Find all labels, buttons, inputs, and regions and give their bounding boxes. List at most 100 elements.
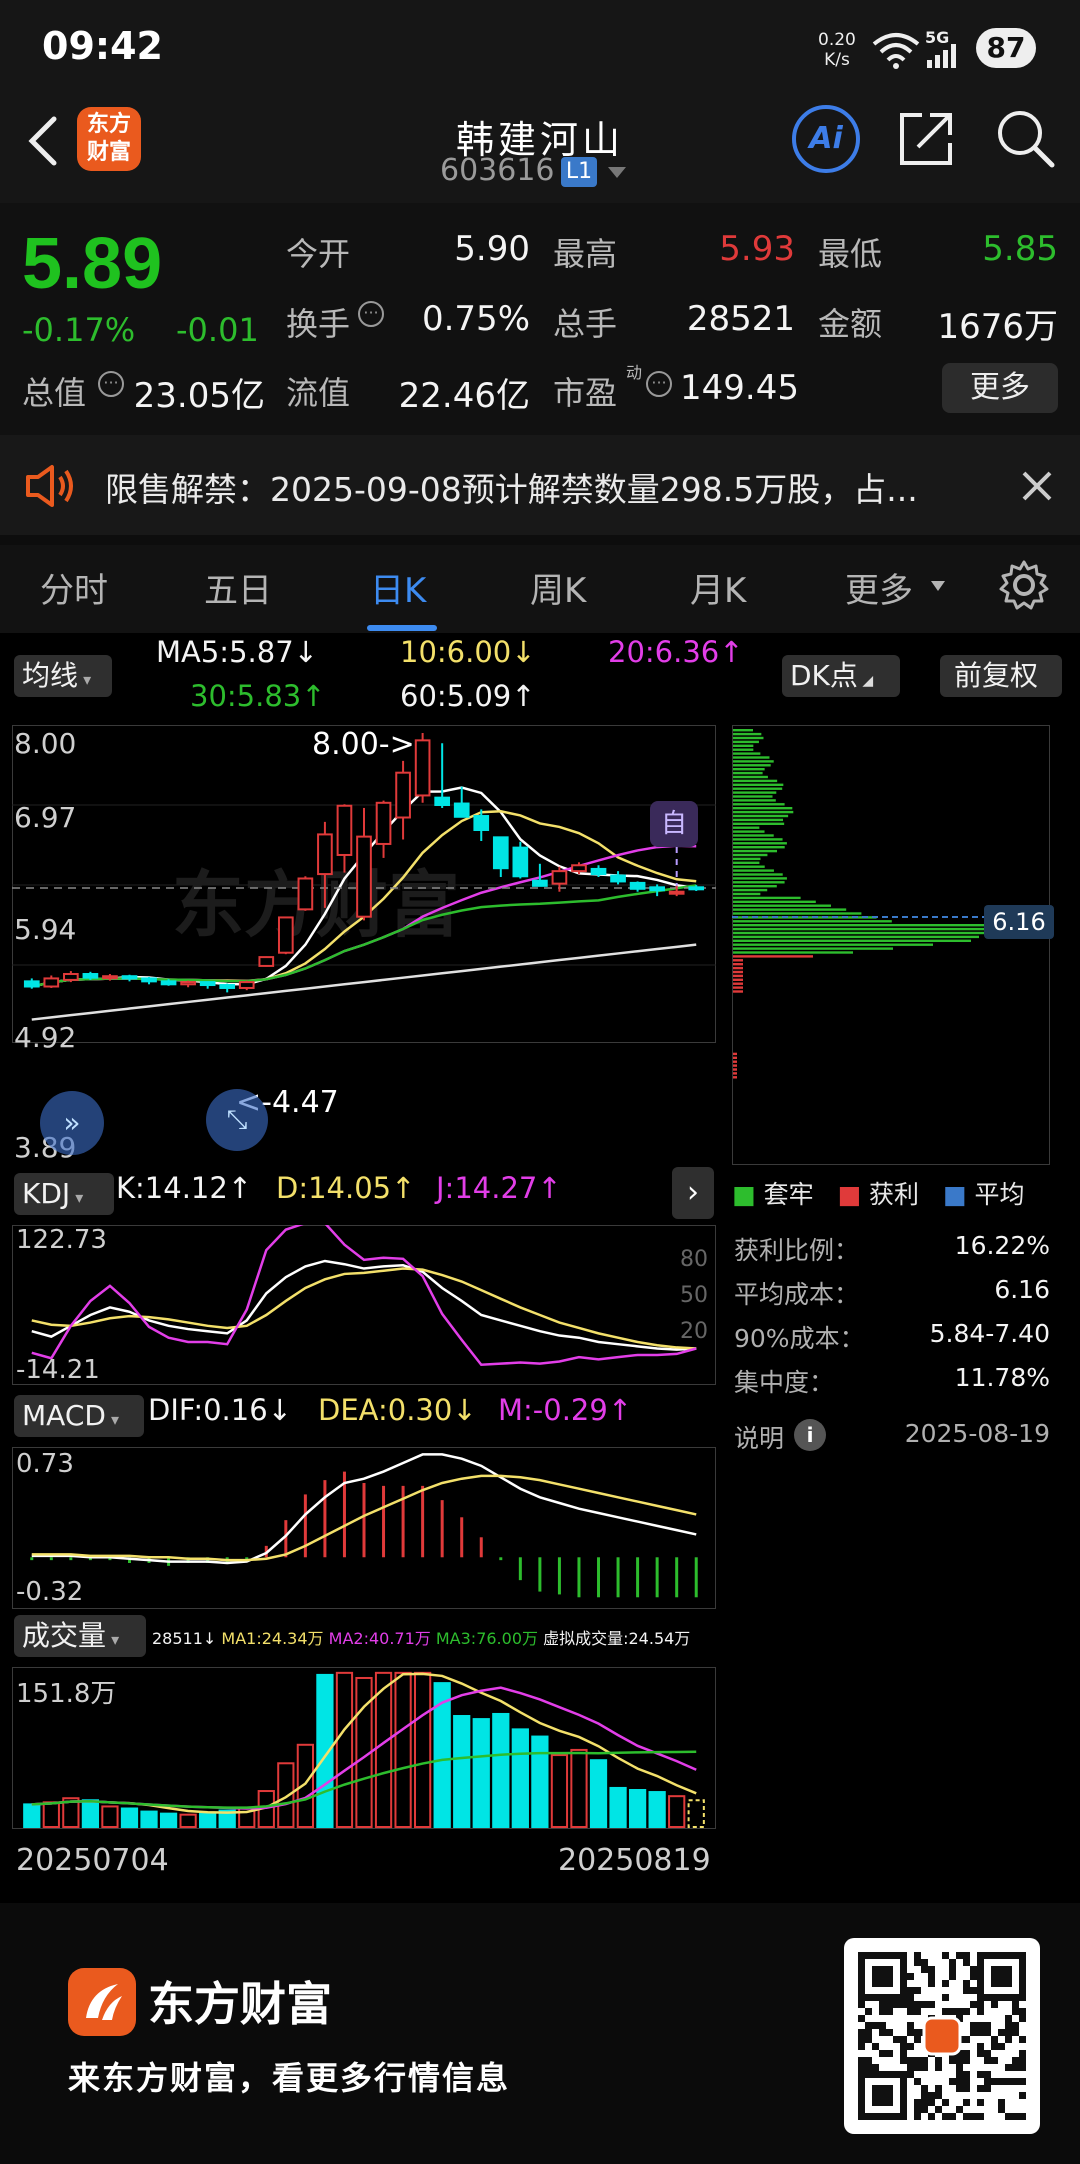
qr-module xyxy=(1012,2113,1019,2120)
gear-icon[interactable] xyxy=(998,559,1050,611)
amount-value: 1676万 xyxy=(937,307,1058,347)
scroll-left-button[interactable]: » xyxy=(40,1091,104,1155)
qr-module xyxy=(858,2043,865,2050)
candle-body xyxy=(317,833,333,876)
kdj-y-bottom: -14.21 xyxy=(16,1355,100,1385)
qr-module xyxy=(914,2078,921,2085)
kdj-j-value: J:14.27↑ xyxy=(436,1171,562,1205)
qr-module xyxy=(984,2085,991,2092)
volume-bar xyxy=(42,1801,60,1828)
notice-banner[interactable]: 限售解禁：2025-09-08预计解禁数量298.5万股，占... xyxy=(0,435,1080,535)
macd-chart[interactable] xyxy=(12,1447,716,1609)
qr-module xyxy=(914,2008,921,2015)
qr-module xyxy=(879,2001,886,2008)
kdj-chart[interactable] xyxy=(12,1225,716,1385)
qr-module xyxy=(1019,2057,1026,2064)
tab-five-day[interactable]: 五日 xyxy=(204,563,272,612)
close-icon[interactable] xyxy=(1020,469,1054,503)
self-marker[interactable]: 自 xyxy=(650,801,698,847)
share-icon[interactable] xyxy=(896,109,956,169)
volume-bar xyxy=(628,1789,647,1828)
info-icon[interactable]: ··· xyxy=(98,371,124,397)
qr-module xyxy=(886,2050,893,2057)
more-quote-button[interactable]: 更多 xyxy=(942,363,1058,413)
chip-bar xyxy=(733,974,743,978)
volume-bar xyxy=(687,1799,705,1829)
qr-module xyxy=(998,2099,1005,2106)
low-value: 5.85 xyxy=(982,229,1058,269)
chip-bar xyxy=(733,744,754,747)
volume-bar xyxy=(648,1791,666,1828)
tab-more[interactable]: 更多 xyxy=(845,563,913,612)
tab-intraday[interactable]: 分时 xyxy=(40,563,108,612)
chip-bar xyxy=(733,756,770,759)
chip-bar xyxy=(733,818,784,822)
chip-bar xyxy=(733,732,762,736)
ai-assistant-button[interactable]: Ai xyxy=(792,105,860,173)
candle-body xyxy=(297,877,314,911)
qr-module xyxy=(935,2106,942,2113)
chip-bar xyxy=(733,807,793,810)
info-icon[interactable]: ··· xyxy=(646,371,672,397)
volume-selector[interactable]: 成交量 ▾ xyxy=(14,1615,146,1657)
chip-bar xyxy=(733,955,813,958)
dk-point-button[interactable]: DK点 ◢ xyxy=(782,655,900,697)
chevron-down-icon[interactable] xyxy=(930,579,946,593)
chip-bar xyxy=(733,1076,737,1079)
battery-indicator: 87 xyxy=(976,28,1036,68)
chip-bar xyxy=(733,904,831,907)
volume-chart[interactable] xyxy=(12,1667,716,1829)
chip-bar xyxy=(733,877,787,880)
tab-weekly-k[interactable]: 周K xyxy=(530,563,586,612)
chip-bar xyxy=(733,888,768,892)
search-icon[interactable] xyxy=(994,107,1056,169)
chevron-down-icon[interactable] xyxy=(606,165,628,181)
qr-module xyxy=(928,1973,935,1980)
adjust-button[interactable]: 前复权 xyxy=(940,655,1062,697)
candle-body xyxy=(258,956,275,967)
expand-icon[interactable]: ⤡ xyxy=(206,1089,268,1151)
chip-bar xyxy=(733,764,771,767)
qr-module xyxy=(956,2106,963,2113)
qr-module xyxy=(928,2113,935,2120)
qr-module xyxy=(956,2057,963,2064)
level-badge[interactable]: L1 xyxy=(561,157,597,187)
qr-module xyxy=(907,1987,914,1994)
chip-bar xyxy=(733,924,1003,927)
qr-module xyxy=(900,2050,907,2057)
qr-module xyxy=(970,2113,977,2120)
qr-module xyxy=(949,2057,956,2064)
chip-distribution-chart[interactable] xyxy=(732,725,1050,1165)
float-value: 22.46亿 xyxy=(398,376,530,416)
info-icon[interactable]: ··· xyxy=(358,301,384,327)
avg-cost-label: 平均成本： xyxy=(734,1280,860,1309)
qr-module xyxy=(907,2071,914,2078)
total-value: 23.05亿 xyxy=(133,376,265,416)
qr-code xyxy=(844,1938,1040,2134)
open-label: 今开 xyxy=(286,235,351,273)
qr-module xyxy=(963,2050,970,2057)
chip-bar xyxy=(733,963,743,966)
qr-module xyxy=(956,2085,963,2092)
qr-module xyxy=(921,2106,928,2113)
chip-bar xyxy=(733,908,847,911)
qr-module xyxy=(858,2015,865,2022)
turnover-label: 换手 xyxy=(286,305,351,343)
macd-selector[interactable]: MACD ▾ xyxy=(14,1395,144,1437)
qr-module xyxy=(928,1966,935,1973)
chevron-right-icon[interactable]: › xyxy=(672,1167,714,1219)
tab-monthly-k[interactable]: 月K xyxy=(690,563,746,612)
qr-module xyxy=(1012,2064,1019,2071)
stock-header: 东方 财富 韩建河山 603616 L1 Ai xyxy=(0,95,1080,203)
volume-value: 28521 xyxy=(686,299,795,339)
kline-chart[interactable]: 东方财富 xyxy=(12,725,716,1043)
chip-bar xyxy=(733,853,768,857)
info-icon[interactable]: i xyxy=(794,1419,826,1451)
chip-bar xyxy=(733,861,760,864)
chip-bar xyxy=(733,869,774,872)
qr-module xyxy=(991,2001,998,2008)
candle-body xyxy=(199,981,216,987)
kdj-selector[interactable]: KDJ ▾ xyxy=(14,1173,114,1215)
ma-selector[interactable]: 均线 ▾ xyxy=(14,655,112,697)
tab-daily-k[interactable]: 日K xyxy=(370,563,426,612)
